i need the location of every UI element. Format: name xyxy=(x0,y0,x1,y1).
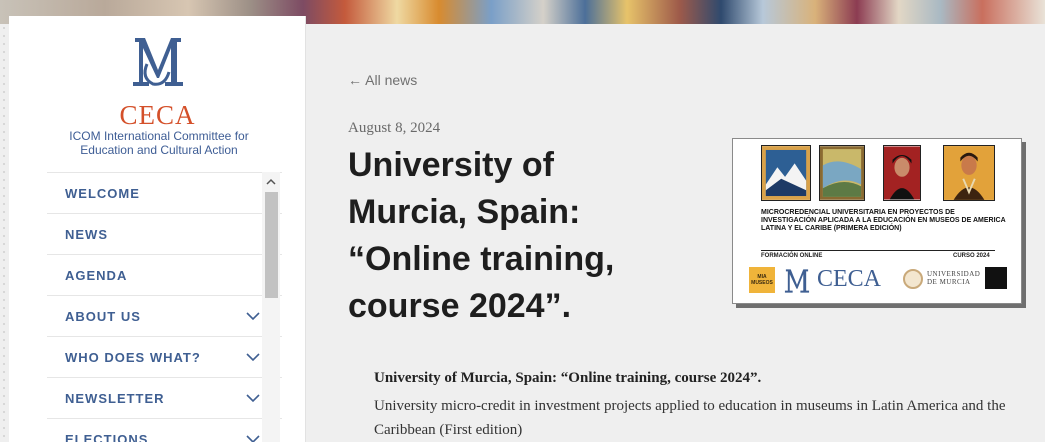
sidebar-scrollbar[interactable] xyxy=(262,172,280,442)
nav-item-label: NEWS xyxy=(65,226,108,242)
ceca-m-logo-icon xyxy=(784,269,810,293)
nav-item-agenda[interactable]: AGENDA xyxy=(47,255,282,296)
poster-online-label: FORMACIÓN ONLINE xyxy=(761,253,823,259)
poster-year-label: CURSO 2024 xyxy=(953,253,990,259)
brand-subtitle: ICOM International Committee for Educati… xyxy=(69,129,249,157)
painting-portrait-figure-thumbnail xyxy=(943,145,995,201)
nav-item-elections[interactable]: ELECTIONS xyxy=(47,419,282,442)
nav-item-about-us[interactable]: ABOUT US xyxy=(47,296,282,337)
article-intro-title: University of Murcia, Spain: “Online tra… xyxy=(374,370,762,386)
main-navigation: WELCOME NEWS AGENDA ABOUT US WHO DOES WH… xyxy=(47,172,282,442)
university-seal-icon xyxy=(903,269,923,289)
brand-name[interactable]: CECA xyxy=(9,100,306,131)
painting-mountains-thumbnail xyxy=(761,145,811,201)
nav-item-who-does-what[interactable]: WHO DOES WHAT? xyxy=(47,337,282,378)
mia-logo-line-2: MUSEOS xyxy=(751,280,773,286)
article-intro-text: University micro-credit in investment pr… xyxy=(374,398,1006,438)
scrollbar-thumb[interactable] xyxy=(265,192,278,298)
nav-item-label: WHO DOES WHAT? xyxy=(65,349,201,365)
sidebar: CECA ICOM International Committee for Ed… xyxy=(9,16,306,442)
painting-landscape-thumbnail xyxy=(819,145,865,201)
all-news-link[interactable]: ← All news xyxy=(348,72,417,88)
course-poster-image[interactable]: MICROCREDENCIAL UNIVERSITARIA EN PROYECT… xyxy=(732,138,1022,304)
university-logo-line-2: DE MURCIA xyxy=(927,278,971,286)
nav-item-news[interactable]: NEWS xyxy=(47,214,282,255)
nav-item-label: WELCOME xyxy=(65,185,140,201)
chevron-down-icon[interactable] xyxy=(246,311,260,321)
partner-logo xyxy=(985,267,1007,289)
page-title: University of Murcia, Spain: “Online tra… xyxy=(348,146,615,325)
poster-description: MICROCREDENCIAL UNIVERSITARIA EN PROYECT… xyxy=(761,209,1006,232)
university-of-murcia-logo: UNIVERSIDAD DE MURCIA xyxy=(927,270,980,286)
nav-item-label: ELECTIONS xyxy=(65,431,149,442)
nav-item-label: NEWSLETTER xyxy=(65,390,165,406)
chevron-down-icon[interactable] xyxy=(246,352,260,362)
ceca-m-logo-icon[interactable] xyxy=(9,34,306,90)
university-logo-line-1: UNIVERSIDAD xyxy=(927,270,981,278)
poster-ceca-label: CECA xyxy=(817,266,882,292)
chevron-down-icon[interactable] xyxy=(246,434,260,442)
nav-item-label: AGENDA xyxy=(65,267,128,283)
mia-museos-logo: MIA MUSEOS xyxy=(749,267,775,293)
scroll-up-icon[interactable] xyxy=(262,172,280,190)
painting-portrait-woman-thumbnail xyxy=(883,145,921,201)
post-date: August 8, 2024 xyxy=(348,120,441,136)
poster-divider xyxy=(761,250,995,251)
nav-item-newsletter[interactable]: NEWSLETTER xyxy=(47,378,282,419)
chevron-down-icon[interactable] xyxy=(246,393,260,403)
nav-item-welcome[interactable]: WELCOME xyxy=(47,173,282,214)
nav-item-label: ABOUT US xyxy=(65,308,141,324)
